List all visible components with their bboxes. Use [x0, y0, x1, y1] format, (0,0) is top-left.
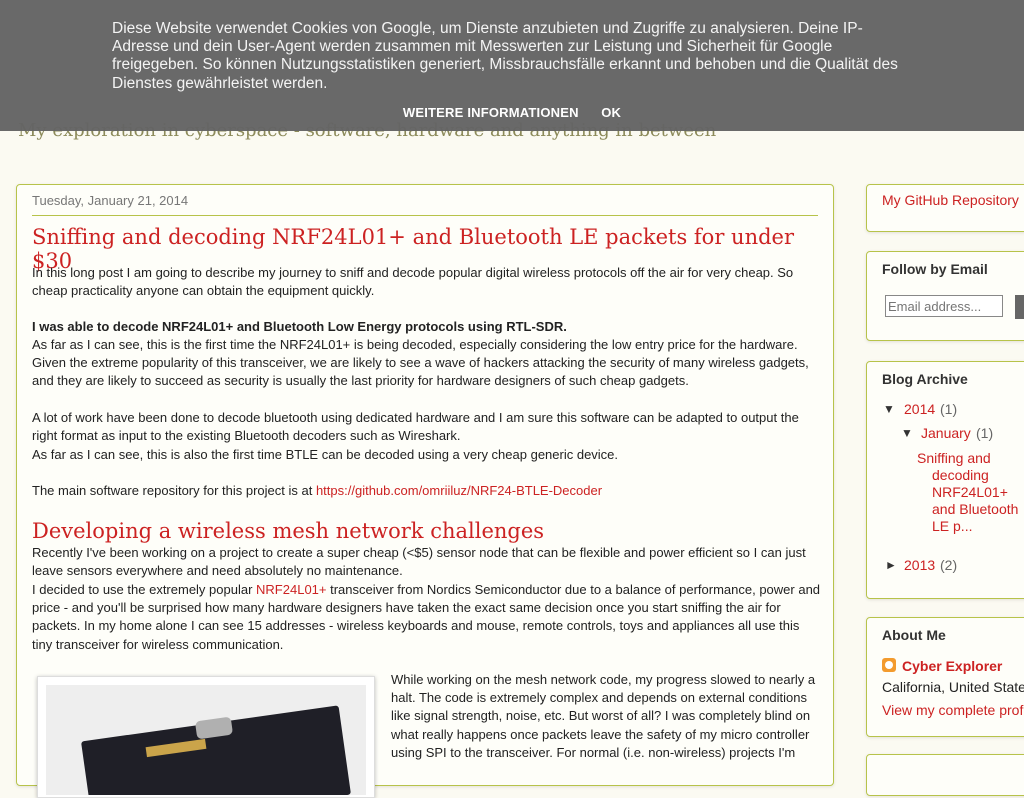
- post-paragraph-2: As far as I can see, this is the first t…: [32, 337, 809, 389]
- archive-post-line: and Bluetooth: [932, 501, 1019, 517]
- author-location: California, United States: [882, 679, 1024, 695]
- next-widget: [866, 754, 1024, 796]
- blog-archive-widget: Blog Archive ▼ 2014 (1) ▼ January (1) Sn…: [866, 361, 1024, 599]
- archive-year-2013[interactable]: 2013: [904, 557, 935, 573]
- post-paragraph-6: I decided to use the extremely popular N…: [32, 581, 822, 654]
- post-date: Tuesday, January 21, 2014: [32, 193, 189, 208]
- transceiver-board-image[interactable]: [46, 685, 366, 795]
- cookie-consent-bar: Diese Website verwendet Cookies von Goog…: [0, 0, 1024, 131]
- author-name-link[interactable]: Cyber Explorer: [902, 658, 1002, 674]
- archive-post-line: NRF24L01+: [932, 484, 1008, 500]
- about-me-title: About Me: [882, 627, 946, 643]
- post-bold-line: I was able to decode NRF24L01+ and Bluet…: [32, 319, 567, 334]
- archive-2014-toggle-icon[interactable]: ▼: [883, 402, 895, 416]
- github-repo-link[interactable]: My GitHub Repository: [882, 192, 1019, 208]
- blogger-profile-icon: [882, 658, 896, 672]
- post-image-frame[interactable]: [37, 676, 375, 798]
- follow-email-widget: Follow by Email: [866, 251, 1024, 341]
- cookie-ok-button[interactable]: OK: [601, 105, 621, 120]
- archive-year-2014[interactable]: 2014: [904, 401, 935, 417]
- post-intro: In this long post I am going to describe…: [32, 265, 794, 299]
- nrf24l01-link[interactable]: NRF24L01+: [256, 582, 326, 597]
- archive-2014-count: (1): [940, 401, 958, 417]
- post-paragraph-5: Recently I've been working on a project …: [32, 545, 806, 579]
- archive-january-toggle-icon[interactable]: ▼: [901, 426, 913, 440]
- email-field[interactable]: [885, 295, 1003, 317]
- section-heading: Developing a wireless mesh network chall…: [32, 519, 545, 543]
- more-info-link[interactable]: WEITERE INFORMATIONEN: [403, 105, 579, 120]
- post-paragraph-3: A lot of work have been done to decode b…: [32, 410, 799, 444]
- post-container: Tuesday, January 21, 2014 Sniffing and d…: [16, 184, 834, 798]
- view-profile-link[interactable]: View my complete profile: [882, 702, 1024, 718]
- cookie-actions: WEITERE INFORMATIONEN OK: [0, 104, 1024, 122]
- post-float-paragraph: While working on the mesh network code, …: [391, 672, 816, 760]
- archive-post-line: LE p...: [932, 518, 973, 534]
- blog-archive-title: Blog Archive: [882, 371, 968, 387]
- repo-prefix: The main software repository for this pr…: [32, 483, 316, 498]
- para6-prefix: I decided to use the extremely popular: [32, 582, 257, 597]
- about-me-widget: About Me Cyber Explorer California, Unit…: [866, 617, 1024, 737]
- archive-post-line: Sniffing and: [917, 450, 991, 466]
- archive-january-count: (1): [976, 425, 994, 441]
- post-repo-line: The main software repository for this pr…: [32, 482, 822, 500]
- date-divider: [32, 215, 818, 216]
- archive-month-january[interactable]: January: [921, 425, 971, 441]
- archive-2013-count: (2): [940, 557, 958, 573]
- archive-2013-toggle-icon[interactable]: ►: [885, 558, 897, 572]
- cookie-notice-text: Diese Website verwendet Cookies von Goog…: [112, 20, 898, 92]
- archive-post-line: decoding: [932, 467, 989, 483]
- archive-post-link[interactable]: Sniffing and decoding NRF24L01+ and Blue…: [917, 450, 1024, 535]
- repo-link[interactable]: https://github.com/omriiluz/NRF24-BTLE-D…: [316, 483, 602, 498]
- email-submit-button[interactable]: [1015, 295, 1024, 319]
- post-paragraph-4: As far as I can see, this is also the fi…: [32, 447, 619, 462]
- github-widget: My GitHub Repository: [866, 184, 1024, 232]
- follow-email-title: Follow by Email: [882, 261, 988, 277]
